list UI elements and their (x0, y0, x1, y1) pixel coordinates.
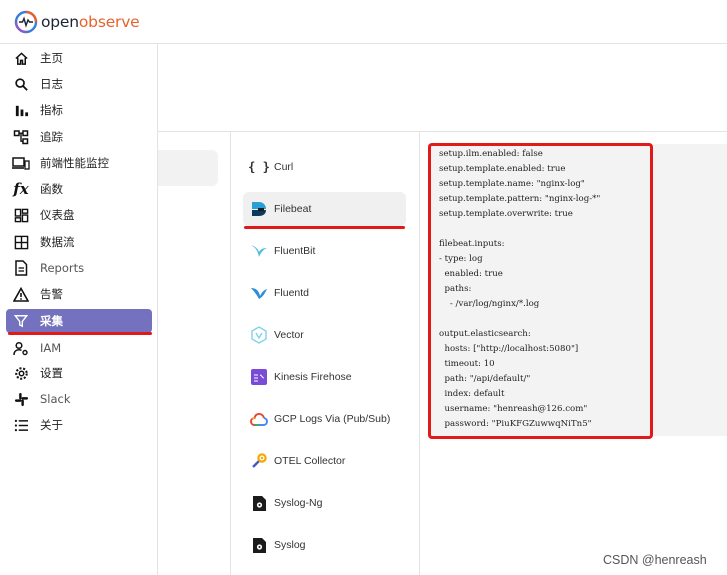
source-label: Fluentd (274, 287, 310, 299)
warning-icon (12, 285, 30, 303)
gear-icon (12, 364, 30, 382)
sidebar-item-label: 关于 (40, 418, 63, 432)
watermark: CSDN @henreash (603, 553, 707, 567)
source-item-otel[interactable]: OTEL Collector (243, 444, 406, 478)
source-label: Curl (274, 161, 294, 173)
sidebar-item-ingestion[interactable]: 采集 (6, 309, 152, 333)
bar-chart-icon (12, 101, 30, 119)
source-item-vector[interactable]: Vector (243, 318, 406, 352)
source-item-syslog[interactable]: Syslog (243, 528, 406, 562)
logo-icon (14, 10, 38, 34)
sidebar-item-rum[interactable]: 前端性能监控 (6, 151, 152, 175)
sidebar-item-traces[interactable]: 追踪 (6, 125, 152, 149)
source-label: Kinesis Firehose (274, 371, 352, 383)
filter-icon (12, 312, 30, 330)
source-label: Filebeat (274, 203, 312, 215)
selected-tab-highlight[interactable] (158, 150, 218, 186)
sidebar-item-home[interactable]: 主页 (6, 46, 152, 70)
source-label: Syslog-Ng (274, 497, 323, 509)
sidebar-item-reports[interactable]: Reports (6, 256, 152, 280)
sidebar-item-label: Reports (40, 261, 85, 275)
fluentbit-icon (248, 240, 270, 262)
source-item-fluentbit[interactable]: FluentBit (243, 234, 406, 268)
source-label: Vector (274, 329, 304, 341)
curl-icon: { } (248, 160, 270, 174)
source-item-syslog-ng[interactable]: Syslog-Ng (243, 486, 406, 520)
column-divider (419, 131, 420, 575)
list-icon (12, 416, 30, 434)
annotation-frame-config (428, 143, 653, 439)
source-item-filebeat[interactable]: Filebeat (243, 192, 406, 226)
syslog-ng-icon (248, 492, 270, 514)
sidebar-item-iam[interactable]: IAM (6, 336, 152, 360)
vector-icon (248, 324, 270, 346)
source-label: OTEL Collector (274, 455, 346, 467)
grid-icon (12, 233, 30, 251)
sidebar-item-label: 采集 (40, 314, 63, 328)
sidebar-item-label: 前端性能监控 (40, 156, 109, 170)
home-icon (12, 49, 30, 67)
sidebar-item-label: 指标 (40, 103, 63, 117)
gcp-icon (248, 408, 270, 430)
sidebar-item-functions[interactable]: fx 函数 (6, 177, 152, 201)
sidebar-item-label: IAM (40, 341, 62, 355)
annotation-underline-ingestion (8, 332, 152, 335)
source-label: FluentBit (274, 245, 316, 257)
sidebar-item-metrics[interactable]: 指标 (6, 98, 152, 122)
devices-icon (12, 154, 30, 172)
otel-icon (248, 450, 270, 472)
source-item-gcp[interactable]: GCP Logs Via (Pub/Sub) (243, 402, 406, 436)
sidebar-item-logs[interactable]: 日志 (6, 72, 152, 96)
slack-icon (12, 390, 30, 408)
sidebar-item-label: Slack (40, 392, 71, 406)
annotation-underline-filebeat (244, 226, 405, 229)
dashboard-icon (12, 206, 30, 224)
sidebar-item-slack[interactable]: Slack (6, 387, 152, 411)
sidebar-item-label: 日志 (40, 77, 63, 91)
column-divider (230, 131, 231, 575)
sidebar-item-dashboards[interactable]: 仪表盘 (6, 203, 152, 227)
syslog-icon (248, 534, 270, 556)
top-bar: openobserve (0, 0, 727, 44)
sidebar-item-label: 设置 (40, 366, 63, 380)
document-icon (12, 259, 30, 277)
source-label: Syslog (274, 539, 306, 551)
sidebar-item-label: 追踪 (40, 130, 63, 144)
source-item-fluentd[interactable]: Fluentd (243, 276, 406, 310)
app-logo[interactable]: openobserve (14, 10, 140, 34)
header-divider (158, 131, 727, 132)
source-label: GCP Logs Via (Pub/Sub) (274, 413, 391, 425)
function-icon: fx (13, 180, 29, 198)
search-icon (12, 75, 30, 93)
kinesis-icon (248, 366, 270, 388)
sidebar-item-label: 函数 (40, 182, 63, 196)
filebeat-icon (248, 198, 270, 220)
sidebar-item-label: 数据流 (40, 235, 75, 249)
sidebar-item-label: 告警 (40, 287, 63, 301)
source-item-curl[interactable]: { } Curl (243, 150, 406, 184)
sidebar-item-alerts[interactable]: 告警 (6, 282, 152, 306)
logo-text: openobserve (41, 13, 140, 31)
sidebar-item-settings[interactable]: 设置 (6, 361, 152, 385)
sidebar-item-about[interactable]: 关于 (6, 413, 152, 437)
sidebar-item-label: 主页 (40, 51, 63, 65)
trace-icon (12, 128, 30, 146)
sidebar-item-streams[interactable]: 数据流 (6, 230, 152, 254)
source-item-kinesis[interactable]: Kinesis Firehose (243, 360, 406, 394)
sidebar-item-label: 仪表盘 (40, 208, 75, 222)
user-gear-icon (12, 339, 30, 357)
fluentd-icon (248, 282, 270, 304)
